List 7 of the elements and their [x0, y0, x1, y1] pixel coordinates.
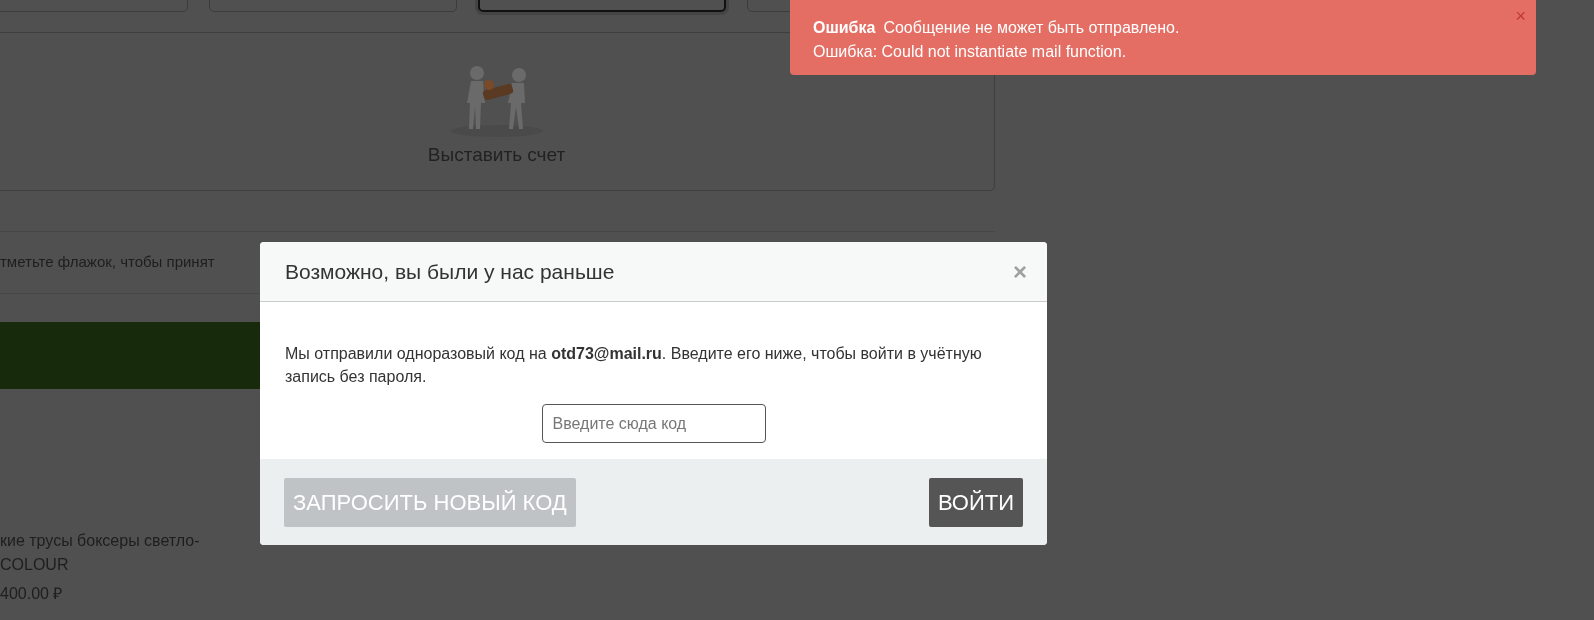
login-button[interactable]: ВОЙТИ — [928, 477, 1023, 527]
dialog-message: Мы отправили одноразовый код на otd73@mail.ru. Введите его ниже, чтобы войти в учётную запись без пароля. — [285, 344, 983, 387]
close-button[interactable]: × — [1515, 4, 1526, 28]
code-input-field[interactable]: Введите сюда код — [541, 404, 766, 443]
request-code-button[interactable]: ЗАПРОСИТЬ НОВЫЙ КОД — [284, 477, 576, 527]
dialog-title: Возможно, вы были у нас раньше — [285, 258, 615, 285]
close-button[interactable]: × — [1013, 253, 1027, 290]
